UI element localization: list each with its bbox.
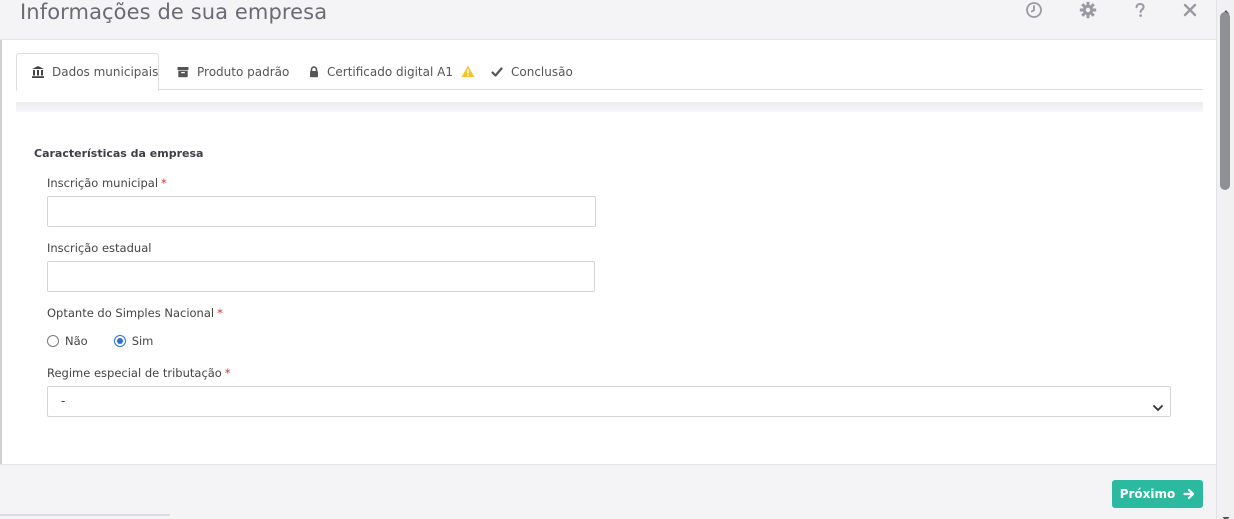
tab-label: Certificado digital A1: [327, 64, 453, 79]
scroll-down-icon[interactable]: [1222, 508, 1230, 519]
tab-produto-padrao[interactable]: Produto padrão: [176, 53, 289, 90]
radio-nao[interactable]: [47, 335, 59, 347]
radio-sim-label[interactable]: Sim: [132, 334, 154, 348]
tab-label: Dados municipais: [52, 65, 159, 79]
modal-footer: Próximo: [0, 464, 1216, 519]
progress-bar: [16, 102, 1203, 112]
footer-divider: [0, 514, 170, 516]
simples-nacional-radio-group: Não Sim: [47, 334, 153, 348]
radio-nao-label[interactable]: Não: [65, 334, 88, 348]
modal-title: Informações de sua empresa: [20, 0, 328, 24]
close-icon[interactable]: [1180, 0, 1200, 20]
arrow-right-icon: [1183, 488, 1195, 500]
inscricao-municipal-input[interactable]: [47, 196, 596, 227]
regime-especial-select[interactable]: -: [47, 386, 1171, 417]
scroll-up-icon[interactable]: [1222, 1, 1230, 14]
gear-icon[interactable]: [1078, 0, 1098, 20]
lock-icon: [308, 65, 319, 79]
question-icon[interactable]: [1130, 0, 1150, 20]
modal-left-border: [0, 40, 2, 519]
tab-dados-municipais[interactable]: Dados municipais: [16, 53, 159, 91]
inscricao-estadual-input[interactable]: [47, 261, 595, 292]
scrollbar-thumb[interactable]: [1220, 12, 1230, 190]
warning-icon: [461, 65, 475, 79]
tab-conclusao[interactable]: Conclusão: [490, 53, 573, 90]
tab-label: Produto padrão: [197, 64, 290, 79]
wizard-tabs: Dados municipais Produto padrão Certific…: [16, 53, 1203, 91]
section-title: Características da empresa: [34, 147, 204, 160]
vertical-scrollbar[interactable]: [1216, 0, 1234, 519]
modal-header: Informações de sua empresa: [0, 0, 1216, 40]
box-icon: [176, 65, 190, 79]
chevron-down-icon: [1152, 396, 1164, 411]
regime-especial-selected: -: [61, 394, 66, 408]
radio-sim[interactable]: [113, 335, 126, 347]
inscricao-estadual-label: Inscrição estadual: [47, 241, 152, 255]
regime-especial-label: Regime especial de tributação *: [47, 366, 231, 380]
inscricao-municipal-label: Inscrição municipal *: [47, 176, 167, 190]
bank-icon: [31, 65, 45, 79]
simples-nacional-label: Optante do Simples Nacional *: [47, 306, 223, 320]
tab-label: Conclusão: [511, 64, 573, 79]
tab-certificado-digital[interactable]: Certificado digital A1: [308, 53, 475, 90]
clock-icon[interactable]: [1024, 0, 1044, 20]
check-icon: [490, 65, 504, 79]
next-button[interactable]: Próximo: [1112, 480, 1203, 508]
